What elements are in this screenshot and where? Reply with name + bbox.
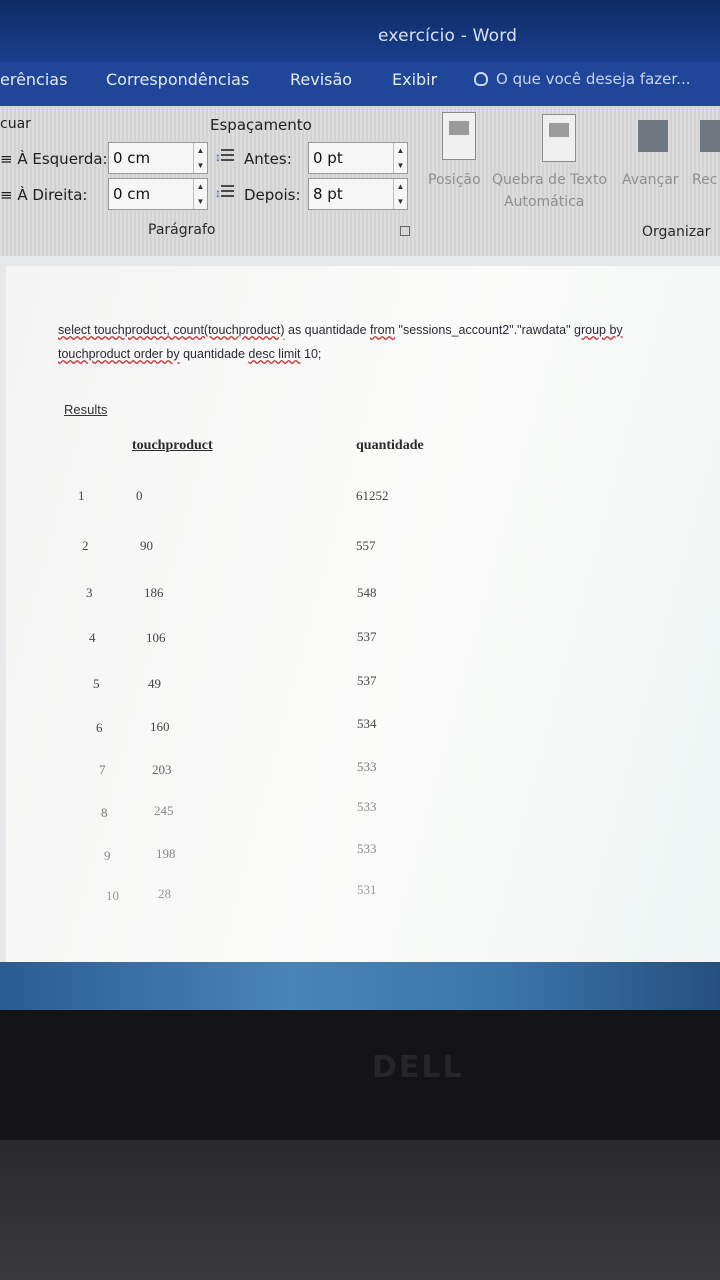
- tab-view[interactable]: Exibir: [392, 70, 437, 89]
- header-quantidade: quantidade: [356, 438, 424, 453]
- row-number: 4: [89, 630, 96, 645]
- send-backward-icon[interactable]: [700, 120, 720, 152]
- cell-quantity: 533: [357, 841, 377, 856]
- cell-product: 186: [144, 585, 164, 600]
- row-number: 9: [104, 848, 111, 863]
- bring-forward-icon[interactable]: [638, 120, 668, 152]
- row-number: 2: [82, 538, 89, 553]
- cell-product: 106: [146, 630, 166, 645]
- dell-logo: DELL: [372, 1050, 464, 1085]
- cell-product: 28: [158, 886, 171, 901]
- cell-quantity: 61252: [356, 488, 389, 503]
- space-after-label: Depois:: [244, 186, 301, 204]
- lightbulb-icon: [474, 72, 488, 86]
- query-segment: from: [370, 323, 396, 337]
- sql-query: select touchproduct, count(touchproduct)…: [58, 318, 718, 366]
- bring-forward-button[interactable]: Avançar: [622, 172, 679, 188]
- wrap-text-button[interactable]: Quebra de Texto: [492, 172, 607, 188]
- send-backward-button[interactable]: Rec: [692, 172, 717, 188]
- cell-product: 198: [156, 846, 176, 861]
- space-after-value: 8 pt: [313, 185, 343, 203]
- query-segment: group by: [574, 323, 623, 337]
- query-segment: desc limit: [248, 347, 301, 361]
- cell-product: 90: [140, 538, 153, 553]
- tab-references[interactable]: erências: [0, 70, 67, 89]
- query-segment: "sessions_account2"."rawdata": [395, 323, 574, 337]
- space-after-input[interactable]: 8 pt ▲ ▼: [308, 178, 408, 210]
- indent-right-label: ≡ À Direita:: [0, 186, 88, 204]
- wrap-text-icon[interactable]: [542, 114, 576, 162]
- indent-left-label: ≡ À Esquerda:: [0, 150, 108, 168]
- tab-mailings[interactable]: Correspondências: [106, 70, 249, 89]
- paragraph-group-label: Parágrafo: [148, 222, 216, 238]
- cell-quantity: 533: [357, 799, 377, 814]
- spin-arrows-icon[interactable]: ▲ ▼: [193, 179, 207, 209]
- indent-right-value: 0 cm: [113, 185, 151, 203]
- spin-arrows-icon[interactable]: ▲ ▼: [193, 143, 207, 173]
- query-segment: touchproduct order by: [58, 347, 180, 361]
- query-segment: select touchproduct, count(touchproduct): [58, 323, 285, 337]
- cell-quantity: 534: [357, 716, 377, 731]
- cell-quantity: 537: [357, 673, 377, 688]
- space-before-value: 0 pt: [313, 149, 343, 167]
- cell-product: 245: [154, 803, 174, 818]
- spin-arrows-icon[interactable]: ▲ ▼: [393, 143, 407, 173]
- cell-quantity: 548: [357, 585, 377, 600]
- ribbon: cuar Espaçamento ≡ À Esquerda: 0 cm ▲ ▼ ≡…: [0, 106, 720, 256]
- laptop-bezel: [0, 1010, 720, 1140]
- row-number: 10: [106, 888, 119, 903]
- query-segment: 10;: [300, 347, 322, 361]
- row-number: 6: [96, 720, 103, 735]
- arrange-group-label: Organizar: [642, 224, 711, 240]
- row-number: 3: [86, 585, 93, 600]
- cell-quantity: 533: [357, 759, 377, 774]
- tell-me-text: O que você deseja fazer...: [496, 70, 691, 88]
- space-after-icon: ↕: [214, 182, 234, 204]
- position-button[interactable]: Posição: [428, 172, 481, 188]
- row-number: 8: [101, 805, 108, 820]
- laptop-base: [0, 1140, 720, 1280]
- space-before-input[interactable]: 0 pt ▲ ▼: [308, 142, 408, 174]
- space-before-icon: ↕: [214, 146, 234, 168]
- cell-product: 0: [136, 488, 143, 503]
- taskbar: [0, 962, 720, 1010]
- spacing-group-label: Espaçamento: [210, 116, 312, 134]
- row-number: 5: [93, 676, 100, 691]
- indent-left-input[interactable]: 0 cm ▲ ▼: [108, 142, 208, 174]
- tab-review[interactable]: Revisão: [290, 70, 352, 89]
- document-page[interactable]: [6, 266, 720, 970]
- spin-arrows-icon[interactable]: ▲ ▼: [393, 179, 407, 209]
- wrap-text-button-line2: Automática: [504, 194, 585, 210]
- row-number: 7: [99, 762, 106, 777]
- cell-quantity: 537: [357, 629, 377, 644]
- indent-right-input[interactable]: 0 cm ▲ ▼: [108, 178, 208, 210]
- cell-product: 203: [152, 762, 172, 777]
- dialog-launcher-icon[interactable]: [400, 226, 410, 236]
- tell-me-box[interactable]: O que você deseja fazer...: [474, 70, 691, 88]
- indent-left-value: 0 cm: [113, 149, 151, 167]
- window-title: exercício - Word: [378, 26, 518, 46]
- results-label: Results: [64, 402, 108, 417]
- query-segment: as quantidade: [284, 323, 371, 337]
- header-touchproduct: touchproduct: [132, 438, 213, 453]
- ribbon-tabs: erências Correspondências Revisão Exibir…: [0, 62, 720, 106]
- title-bar: exercício - Word: [0, 0, 720, 62]
- cell-quantity: 557: [356, 538, 376, 553]
- position-icon[interactable]: [442, 112, 476, 160]
- space-before-label: Antes:: [244, 150, 292, 168]
- cell-product: 49: [148, 676, 161, 691]
- indent-group-label: cuar: [0, 116, 31, 132]
- cell-product: 160: [150, 719, 170, 734]
- row-number: 1: [78, 488, 85, 503]
- cell-quantity: 531: [357, 882, 377, 897]
- query-segment: quantidade: [179, 347, 249, 361]
